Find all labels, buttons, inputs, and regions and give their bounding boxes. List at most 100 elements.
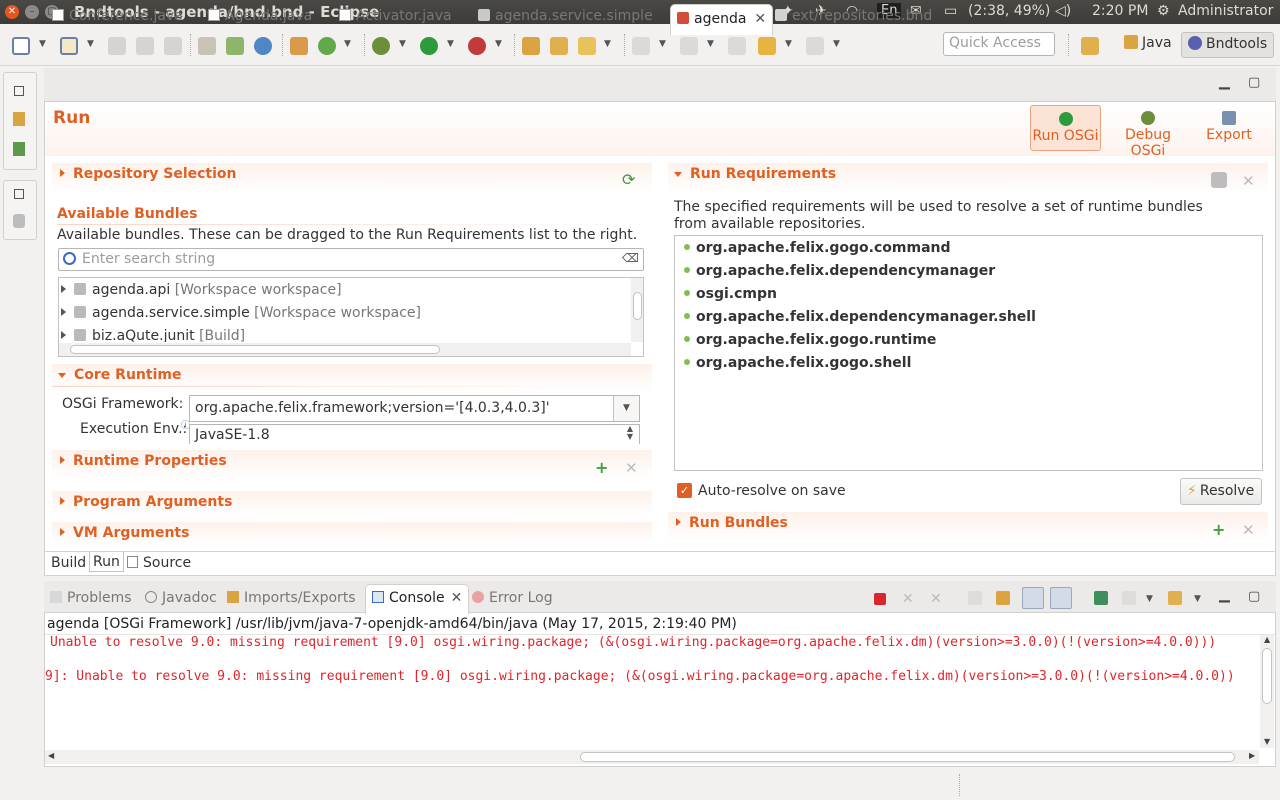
page-tab-build[interactable]: Build bbox=[51, 555, 86, 571]
close-tab-icon[interactable]: ✕ bbox=[754, 11, 766, 27]
chevron-down-icon[interactable]: ▼ bbox=[833, 39, 840, 49]
repository-selection-header[interactable]: Repository Selection bbox=[60, 166, 237, 182]
volume-icon[interactable]: ◁) bbox=[1055, 3, 1071, 19]
repositories-icon[interactable] bbox=[13, 214, 25, 228]
scrollbar-thumb[interactable] bbox=[633, 292, 642, 320]
chevron-down-icon[interactable]: ▼ bbox=[785, 39, 792, 49]
perspective-bndtools[interactable]: Bndtools bbox=[1181, 32, 1275, 58]
refresh-icon[interactable]: ⟳ bbox=[622, 170, 635, 189]
runtime-properties-header[interactable]: Runtime Properties bbox=[60, 453, 227, 469]
scroll-up-icon[interactable]: ▲ bbox=[1264, 635, 1270, 644]
chevron-down-icon[interactable]: ▼ bbox=[87, 39, 94, 49]
scroll-down-icon[interactable]: ▼ bbox=[1264, 737, 1270, 746]
new-icon[interactable] bbox=[12, 37, 30, 55]
debug-icon[interactable] bbox=[372, 37, 390, 55]
next-annotation-icon[interactable] bbox=[632, 37, 650, 55]
page-tab-source[interactable]: Source bbox=[127, 555, 191, 571]
page-tab-run[interactable]: Run bbox=[89, 552, 124, 572]
bundle-icon[interactable] bbox=[290, 37, 308, 55]
display-console-icon[interactable] bbox=[1122, 591, 1136, 605]
battery-status[interactable]: (2:38, 49%) bbox=[968, 3, 1050, 19]
scrollbar-thumb[interactable] bbox=[70, 345, 440, 354]
chevron-down-icon[interactable]: ▼ bbox=[495, 39, 502, 49]
execution-env-spinner[interactable]: JavaSE-1.8 ▲ ▼ bbox=[189, 424, 640, 444]
expand-arrow-icon[interactable] bbox=[61, 308, 66, 316]
remove-icon[interactable]: ✕ bbox=[1242, 172, 1255, 190]
chevron-down-icon[interactable]: ▼ bbox=[613, 396, 639, 421]
clock[interactable]: 2:20 PM bbox=[1092, 3, 1148, 19]
user-name[interactable]: Administrator bbox=[1178, 3, 1273, 19]
resolve-button[interactable]: ⚡ Resolve bbox=[1180, 478, 1262, 505]
open-perspective-icon[interactable] bbox=[1081, 37, 1099, 55]
forward-arrow-icon[interactable] bbox=[806, 37, 824, 55]
chevron-down-icon[interactable]: ▼ bbox=[659, 39, 666, 49]
pencil-icon[interactable] bbox=[578, 37, 596, 55]
list-item[interactable]: org.apache.felix.gogo.runtime bbox=[684, 332, 936, 348]
back-arrow-icon[interactable] bbox=[758, 37, 776, 55]
remove-all-icon[interactable]: ✕ bbox=[930, 591, 944, 607]
tab-conference-java[interactable]: Conference.java bbox=[52, 8, 183, 34]
core-runtime-header[interactable]: Core Runtime bbox=[58, 367, 181, 383]
osgi-framework-combo[interactable]: org.apache.felix.framework;version='[4.0… bbox=[189, 395, 640, 422]
scrollbar-thumb[interactable] bbox=[580, 752, 1235, 762]
quick-access-input[interactable]: Quick Access bbox=[943, 32, 1055, 56]
vm-arguments-header[interactable]: VM Arguments bbox=[60, 525, 189, 541]
chevron-down-icon[interactable]: ▼ bbox=[1194, 594, 1201, 604]
run-bundles-header[interactable]: Run Bundles bbox=[676, 515, 788, 531]
chevron-down-icon[interactable]: ▼ bbox=[1146, 594, 1153, 604]
list-item[interactable]: org.apache.felix.dependencymanager.shell bbox=[684, 309, 1036, 325]
close-tab-icon[interactable]: ✕ bbox=[451, 590, 463, 606]
spinner-arrows-icon[interactable]: ▲ ▼ bbox=[627, 425, 633, 441]
chevron-down-icon[interactable]: ▼ bbox=[604, 39, 611, 49]
scroll-left-icon[interactable]: ◀ bbox=[48, 751, 54, 760]
open-type-icon[interactable] bbox=[522, 37, 540, 55]
tab-console[interactable]: Console ✕ bbox=[365, 584, 470, 614]
build-icon[interactable] bbox=[226, 37, 244, 55]
last-edit-icon[interactable] bbox=[728, 37, 746, 55]
maximize-editor-icon[interactable]: ▢ bbox=[1248, 75, 1260, 90]
print-icon[interactable] bbox=[164, 37, 182, 55]
external-tools-icon[interactable] bbox=[468, 37, 486, 55]
debug-osgi-button[interactable]: Debug OSGi bbox=[1106, 105, 1190, 159]
add-bundle-icon[interactable] bbox=[1211, 172, 1227, 188]
console-output[interactable]: Unable to resolve 9.0: missing requireme… bbox=[45, 635, 1259, 749]
battery-icon[interactable]: ▭ bbox=[944, 3, 957, 19]
list-item[interactable]: agenda.api [Workspace workspace] bbox=[61, 282, 342, 298]
chevron-down-icon[interactable]: ▼ bbox=[344, 39, 351, 49]
minimize-console-icon[interactable]: ▁ bbox=[1219, 587, 1230, 603]
add-icon[interactable]: + bbox=[1212, 520, 1225, 539]
list-item[interactable]: org.apache.felix.gogo.command bbox=[684, 240, 951, 256]
package-icon[interactable] bbox=[198, 37, 216, 55]
tab-agenda-java[interactable]: Agenda.java bbox=[208, 8, 312, 34]
expand-arrow-icon[interactable] bbox=[61, 331, 66, 339]
chevron-down-icon[interactable]: ▼ bbox=[707, 39, 714, 49]
restore-icon[interactable] bbox=[14, 189, 24, 199]
prev-annotation-icon[interactable] bbox=[680, 37, 698, 55]
hierarchy-icon[interactable] bbox=[13, 142, 25, 156]
auto-resolve-checkbox[interactable]: ✓ bbox=[677, 483, 692, 498]
program-arguments-header[interactable]: Program Arguments bbox=[60, 494, 232, 510]
chevron-down-icon[interactable]: ▼ bbox=[399, 39, 406, 49]
show-stderr-icon[interactable] bbox=[1050, 587, 1072, 609]
scrollbar-thumb[interactable] bbox=[1262, 648, 1272, 704]
perspective-java[interactable]: Java bbox=[1118, 32, 1178, 58]
clear-search-icon[interactable]: ⌫ bbox=[622, 251, 639, 265]
expand-arrow-icon[interactable] bbox=[61, 285, 66, 293]
show-stdout-icon[interactable] bbox=[1022, 587, 1044, 609]
tab-agenda-service-simple[interactable]: agenda.service.simple bbox=[478, 8, 653, 34]
minimize-window-button[interactable]: – bbox=[25, 5, 39, 19]
export-button[interactable]: Export bbox=[1200, 105, 1258, 151]
maximize-console-icon[interactable]: ▢ bbox=[1248, 589, 1260, 604]
scroll-lock-icon[interactable] bbox=[996, 591, 1010, 605]
terminate-icon[interactable] bbox=[874, 593, 886, 605]
run-icon[interactable] bbox=[420, 37, 438, 55]
run-requirements-header[interactable]: Run Requirements bbox=[674, 166, 836, 182]
chevron-down-icon[interactable]: ▼ bbox=[39, 39, 46, 49]
package-explorer-icon[interactable] bbox=[13, 112, 25, 126]
restore-icon[interactable] bbox=[14, 86, 24, 96]
chevron-down-icon[interactable]: ▼ bbox=[447, 39, 454, 49]
add-icon[interactable]: + bbox=[595, 458, 608, 477]
tab-agenda[interactable]: agenda ✕ bbox=[670, 4, 774, 35]
minimize-editor-icon[interactable]: ▁ bbox=[1219, 74, 1230, 90]
list-item[interactable]: agenda.service.simple [Workspace workspa… bbox=[61, 305, 421, 321]
